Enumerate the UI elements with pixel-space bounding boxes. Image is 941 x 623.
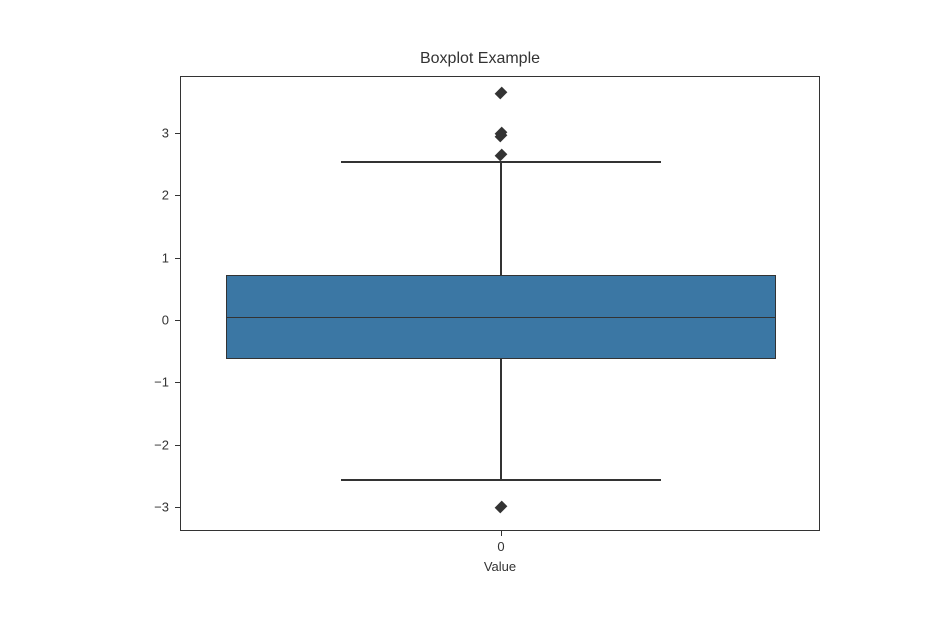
- outlier-point: [495, 149, 508, 162]
- chart-title: Boxplot Example: [140, 50, 820, 68]
- y-tick-label: 1: [139, 250, 169, 265]
- x-tick-label: 0: [497, 539, 504, 554]
- y-tick-label: 3: [139, 126, 169, 141]
- boxplot-chart: Boxplot Example Value −3−2−101230: [140, 50, 820, 550]
- y-tick-label: −2: [139, 437, 169, 452]
- y-tick: [175, 445, 181, 446]
- y-tick: [175, 195, 181, 196]
- median-line: [226, 317, 776, 319]
- x-tick: [501, 530, 502, 536]
- y-tick: [175, 258, 181, 259]
- outlier-point: [495, 86, 508, 99]
- outlier-point: [495, 501, 508, 514]
- y-tick: [175, 320, 181, 321]
- y-tick-label: 0: [139, 313, 169, 328]
- y-tick-label: −3: [139, 500, 169, 515]
- y-tick-label: −1: [139, 375, 169, 390]
- whisker-lower: [500, 359, 502, 479]
- y-tick-label: 2: [139, 188, 169, 203]
- whisker-upper: [500, 161, 502, 275]
- y-tick: [175, 133, 181, 134]
- y-tick: [175, 382, 181, 383]
- cap-lower: [341, 479, 661, 481]
- cap-upper: [341, 161, 661, 163]
- plot-area: Value −3−2−101230: [180, 76, 820, 531]
- x-axis-label: Value: [484, 559, 516, 574]
- y-tick: [175, 507, 181, 508]
